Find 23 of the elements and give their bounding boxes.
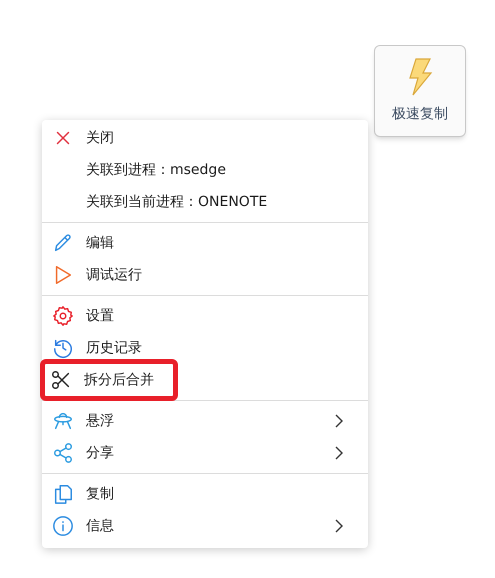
info-icon [52, 515, 74, 537]
menu-item[interactable]: 关联到进程：msedge [42, 154, 368, 186]
menu-item[interactable]: 编辑 [42, 227, 368, 259]
ufo-icon [52, 410, 74, 432]
quick-copy-button[interactable]: 极速复制 [374, 45, 466, 137]
gear-icon [52, 305, 74, 327]
menu-item[interactable]: 调试运行 [42, 259, 368, 291]
menu-item[interactable]: 设置 [42, 300, 368, 332]
menu-item[interactable]: 分享 [42, 437, 368, 469]
chevron-right-icon [334, 519, 344, 533]
scissors-icon [50, 369, 72, 391]
menu-item[interactable]: 信息 [42, 510, 368, 542]
chevron-right-icon [334, 414, 344, 428]
menu-item[interactable]: 拆分后合并 [40, 359, 178, 401]
menu-item[interactable]: 关闭 [42, 122, 368, 154]
menu-item[interactable]: 复制 [42, 478, 368, 510]
menu-item[interactable]: 悬浮 [42, 405, 368, 437]
menu-item[interactable]: 关联到当前进程：ONENOTE [42, 186, 368, 218]
chevron-right-icon [334, 446, 344, 460]
lightning-icon [407, 58, 433, 96]
copy-icon [52, 483, 74, 505]
share-icon [52, 442, 74, 464]
history-icon [52, 337, 74, 359]
